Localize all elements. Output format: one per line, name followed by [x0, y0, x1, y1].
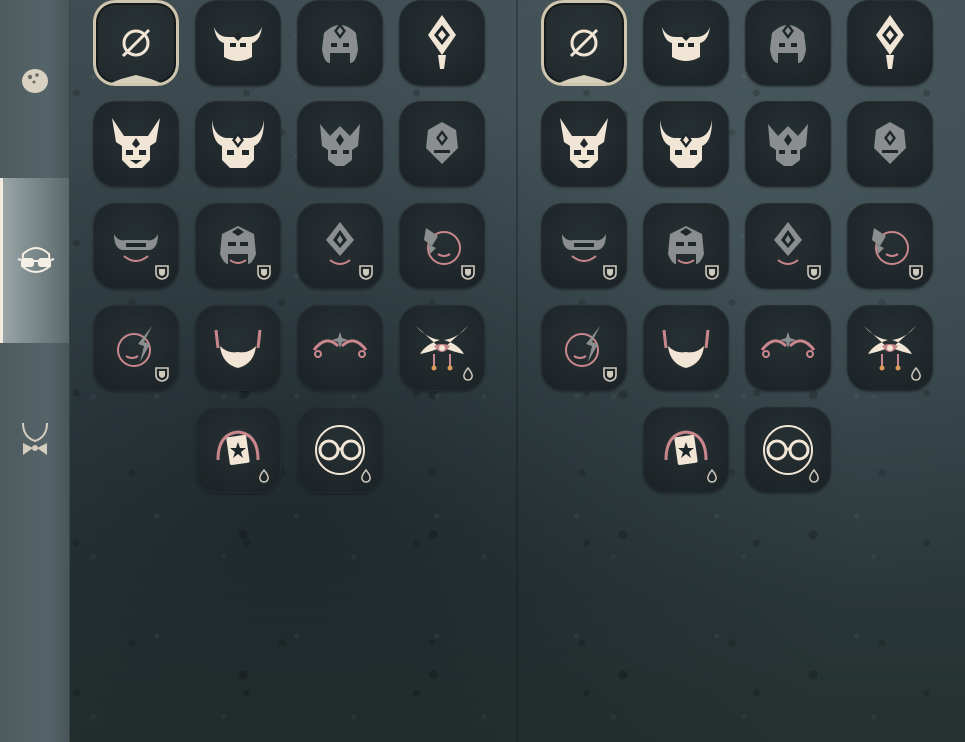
- accessory-slot[interactable]: [745, 101, 831, 187]
- locked-shield-icon: [155, 367, 169, 382]
- selection-notch: [111, 75, 161, 83]
- locked-shield-icon: [909, 265, 923, 280]
- accessory-slot[interactable]: [93, 101, 179, 187]
- star-brows-icon: [312, 332, 368, 358]
- gem-helm-mask-icon: [770, 23, 806, 63]
- accessory-slot[interactable]: [847, 0, 933, 86]
- accessory-slot[interactable]: [643, 407, 729, 493]
- dye-drop-icon: [809, 468, 819, 483]
- accessory-slot[interactable]: [745, 305, 831, 391]
- accessory-slot[interactable]: [93, 0, 179, 86]
- dye-drop-icon: [361, 468, 371, 483]
- accessory-slot[interactable]: [399, 101, 485, 187]
- diamond-crest-mask-icon: [428, 15, 456, 69]
- locked-shield-icon: [705, 265, 719, 280]
- accessory-slot[interactable]: [297, 305, 383, 391]
- none-icon: [121, 28, 151, 58]
- bull-horns-mask-icon: [662, 27, 710, 61]
- tab-neck[interactable]: [0, 410, 69, 470]
- accessory-slot[interactable]: [195, 203, 281, 289]
- accessory-slot[interactable]: [93, 305, 179, 391]
- locked-shield-icon: [603, 367, 617, 382]
- dye-drop-icon: [463, 366, 473, 381]
- star-brows-icon: [760, 332, 816, 358]
- glasses-face-icon: [17, 246, 55, 273]
- accessory-slot[interactable]: [541, 305, 627, 391]
- ox-demon-mask-icon: [660, 120, 712, 168]
- accessory-slot[interactable]: [643, 203, 729, 289]
- accessory-slot[interactable]: [847, 203, 933, 289]
- dye-drop-icon: [707, 468, 717, 483]
- accessory-slot[interactable]: [847, 101, 933, 187]
- category-sidebar: [0, 0, 70, 742]
- accessory-slot[interactable]: [195, 407, 281, 493]
- locked-shield-icon: [807, 265, 821, 280]
- accessory-slot[interactable]: [399, 0, 485, 86]
- accessory-slot[interactable]: [297, 203, 383, 289]
- accessory-slot[interactable]: [195, 101, 281, 187]
- accessory-slot[interactable]: [643, 0, 729, 86]
- dye-drop-icon: [911, 366, 921, 381]
- accessory-slot[interactable]: [643, 101, 729, 187]
- mustache-beard-icon: [214, 329, 262, 368]
- accessory-slot[interactable]: [195, 305, 281, 391]
- dye-drop-icon: [259, 468, 269, 483]
- gem-helm-mask-icon: [322, 23, 358, 63]
- ox-demon-mask-icon: [212, 120, 264, 168]
- locked-shield-icon: [359, 265, 373, 280]
- accessory-slot[interactable]: [643, 305, 729, 391]
- tab-hairstyle[interactable]: [0, 50, 69, 110]
- locked-shield-icon: [603, 265, 617, 280]
- bull-horns-mask-icon: [214, 27, 262, 61]
- game-screen: [0, 0, 965, 742]
- accessory-slot[interactable]: [745, 203, 831, 289]
- shield-crest-mask-icon: [426, 122, 458, 164]
- tab-face[interactable]: [0, 178, 69, 343]
- locked-shield-icon: [461, 265, 475, 280]
- accessory-slot[interactable]: [93, 203, 179, 289]
- accessory-grid-panel-duplicate: [516, 0, 965, 742]
- accessory-grid-panel: [69, 0, 517, 742]
- accessory-slot[interactable]: [541, 203, 627, 289]
- selection-notch: [559, 75, 609, 83]
- accessory-slot[interactable]: [847, 305, 933, 391]
- accessory-slot[interactable]: [195, 0, 281, 86]
- shield-crest-mask-icon: [874, 122, 906, 164]
- accessory-slot[interactable]: [297, 407, 383, 493]
- accessory-slot[interactable]: [399, 203, 485, 289]
- mustache-beard-icon: [662, 329, 710, 368]
- locked-shield-icon: [155, 265, 169, 280]
- accessory-slot[interactable]: [297, 101, 383, 187]
- crowned-beast-mask-icon: [320, 124, 360, 166]
- accessory-slot[interactable]: [297, 0, 383, 86]
- diamond-crest-mask-icon: [876, 15, 904, 69]
- horned-demon-mask-icon: [112, 118, 160, 168]
- bowtie-neck-icon: [21, 422, 48, 455]
- locked-shield-icon: [257, 265, 271, 280]
- accessory-slot[interactable]: [399, 305, 485, 391]
- accessory-slot[interactable]: [745, 407, 831, 493]
- accessory-slot[interactable]: [745, 0, 831, 86]
- horned-demon-mask-icon: [560, 118, 608, 168]
- crowned-beast-mask-icon: [768, 124, 808, 166]
- none-icon: [569, 28, 599, 58]
- accessory-slot[interactable]: [541, 101, 627, 187]
- accessory-slot[interactable]: [541, 0, 627, 86]
- hair-accessory-icon: [21, 69, 48, 93]
